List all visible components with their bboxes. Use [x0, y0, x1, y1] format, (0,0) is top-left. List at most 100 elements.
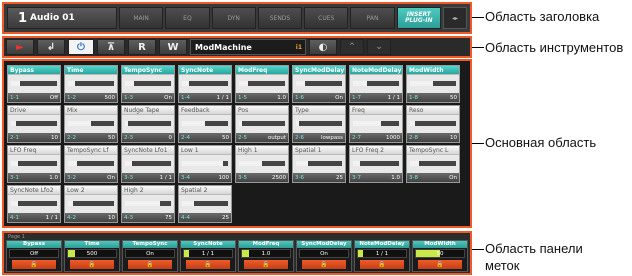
param-cell[interactable]: Bypass 1-1 Off	[7, 65, 61, 103]
lock-button[interactable]: 🔒	[70, 260, 114, 269]
param-cell[interactable]: Reso 2-8 10	[406, 105, 460, 143]
param-value: 25	[336, 174, 343, 181]
track-name[interactable]: 1 Audio 01	[7, 7, 117, 29]
param-index: 3-7	[352, 174, 361, 181]
param-cell[interactable]: Low 2 4-2 10	[64, 185, 118, 223]
param-name: NoteModDelay	[350, 66, 402, 75]
param-cell[interactable]: Low 1 3-4 100	[178, 145, 232, 183]
bank-param-value[interactable]: 50	[415, 249, 465, 258]
bank-slot[interactable]: NoteModDelay 1 / 1 🔒	[354, 240, 410, 272]
param-value: 1 / 1	[45, 214, 58, 221]
bank-param-value[interactable]: 1 / 1	[357, 249, 407, 258]
bank-slot[interactable]: SyncModDelay On 🔒	[296, 240, 352, 272]
bank-param-value[interactable]: 1.0	[241, 249, 291, 258]
lock-button[interactable]: 🔒	[360, 260, 404, 269]
param-cell[interactable]: TempoSync Lf 3-2 On	[64, 145, 118, 183]
page-down-button[interactable]: ⌄	[367, 39, 391, 55]
tab-dyn[interactable]: DYN	[211, 7, 256, 29]
param-name: SyncNote Lfo2	[8, 186, 60, 195]
bank-slot[interactable]: ModFreq 1.0 🔒	[238, 240, 294, 272]
lock-button[interactable]: 🔒	[12, 260, 56, 269]
lock-button[interactable]: 🔒	[186, 260, 230, 269]
read-button[interactable]: R	[128, 39, 156, 55]
bank-slot[interactable]: TempoSync On 🔒	[122, 240, 178, 272]
tab-sends[interactable]: SENDS	[257, 7, 303, 29]
lock-icon: 🔒	[436, 261, 444, 268]
lock-icon: 🔒	[88, 261, 96, 268]
param-index: 4-3	[124, 214, 133, 221]
param-cell[interactable]: Freq 2-7 1000	[349, 105, 403, 143]
tab-cues[interactable]: CUES	[304, 7, 349, 29]
bank-slot[interactable]: Bypass Off 🔒	[6, 240, 62, 272]
plugin-name-display[interactable]: ModMachine i1	[190, 39, 306, 55]
param-name: ModWidth	[407, 66, 459, 75]
param-level-fill	[353, 161, 360, 166]
write-button[interactable]: W	[159, 39, 187, 55]
bank-slot[interactable]: ModWidth 50 🔒	[412, 240, 468, 272]
param-cell[interactable]: NoteModDelay 1-7 1 / 1	[349, 65, 403, 103]
param-name: LFO Freq	[8, 146, 60, 155]
param-level-fill	[11, 121, 16, 126]
lock-button[interactable]: 🔒	[418, 260, 462, 269]
param-cell[interactable]: SyncNote 1-4 1 / 1	[178, 65, 232, 103]
param-level-fill	[125, 201, 160, 206]
param-cell[interactable]: LFO Freq 2 3-7 1.0	[349, 145, 403, 183]
power-button[interactable]: ⏻	[68, 39, 94, 55]
param-cell[interactable]: Nudge Tape 2-3 0	[121, 105, 175, 143]
bank-slot[interactable]: Time 500 🔒	[64, 240, 120, 272]
undo-button[interactable]: ↲	[37, 39, 65, 55]
param-cell[interactable]: Drive 2-1 10	[7, 105, 61, 143]
param-cell[interactable]: SyncNote Lfo2 4-1 1 / 1	[7, 185, 61, 223]
tab-insert-plugin[interactable]: INSERT PLUG-IN	[396, 7, 441, 29]
param-cell[interactable]: Spatial 1 3-6 25	[292, 145, 346, 183]
lock-button[interactable]: 🔒	[128, 260, 172, 269]
bank-param-value[interactable]: On	[299, 249, 349, 258]
param-value: On	[164, 94, 172, 101]
param-value: 10	[450, 134, 457, 141]
record-button[interactable]: ►	[6, 39, 34, 55]
param-footer: 4-3 75	[122, 213, 174, 222]
bank-param-name: SyncNote	[181, 241, 235, 248]
plugin-settings-button[interactable]: ◐	[309, 39, 337, 55]
param-cell[interactable]: SyncNote Lfo1 3-3 1 / 1	[121, 145, 175, 183]
chevron-down-icon: ⌄	[375, 42, 383, 52]
tab-eq[interactable]: EQ	[165, 7, 210, 29]
param-value: lowpass	[321, 134, 343, 141]
lock-icon: 🔒	[30, 261, 38, 268]
param-cell[interactable]: Feedback 2-4 50	[178, 105, 232, 143]
bank-param-value[interactable]: 1 / 1	[183, 249, 233, 258]
lock-button[interactable]: 🔒	[302, 260, 346, 269]
tab-pan[interactable]: PAN	[350, 7, 395, 29]
callout-title-area: Область заголовка	[485, 9, 600, 24]
param-cell[interactable]: SyncModDelay 1-6 On	[292, 65, 346, 103]
param-name: TempoSync Lf	[65, 146, 117, 155]
callout-main-area: Основная область	[485, 135, 597, 150]
param-index: 4-4	[181, 214, 190, 221]
tab-main[interactable]: MAIN	[119, 7, 164, 29]
param-index: 2-1	[10, 134, 19, 141]
bank-param-value[interactable]: Off	[9, 249, 59, 258]
bank-slot[interactable]: SyncNote 1 / 1 🔒	[180, 240, 236, 272]
param-cell[interactable]: High 1 3-5 2500	[235, 145, 289, 183]
param-cell[interactable]: TempoSync 1-3 On	[121, 65, 175, 103]
param-cell[interactable]: Type 2-6 lowpass	[292, 105, 346, 143]
lock-button[interactable]: 🔒	[244, 260, 288, 269]
compare-button[interactable]: ⊼	[97, 39, 125, 55]
param-cell[interactable]: Spatial 2 4-4 25	[178, 185, 232, 223]
param-cell[interactable]: Time 1-2 500	[64, 65, 118, 103]
page-up-button[interactable]: ⌃	[340, 39, 364, 55]
param-cell[interactable]: ModWidth 1-8 50	[406, 65, 460, 103]
param-level-bar	[182, 161, 228, 166]
param-cell[interactable]: TempoSync L 3-8 On	[406, 145, 460, 183]
bank-param-value[interactable]: 500	[67, 249, 117, 258]
param-level-fill	[296, 121, 299, 126]
meter-icon[interactable]: ◂▸	[442, 7, 467, 29]
param-cell[interactable]: ModFreq 1-5 1.0	[235, 65, 289, 103]
bank-param-value[interactable]: On	[125, 249, 175, 258]
param-cell[interactable]: High 2 4-3 75	[121, 185, 175, 223]
param-cell[interactable]: Mix 2-2 50	[64, 105, 118, 143]
bank-param-name: TempoSync	[123, 241, 177, 248]
param-cell[interactable]: LFO Freq 3-1 1.0	[7, 145, 61, 183]
lock-icon: 🔒	[320, 261, 328, 268]
param-cell[interactable]: Pos 2-5 output	[235, 105, 289, 143]
